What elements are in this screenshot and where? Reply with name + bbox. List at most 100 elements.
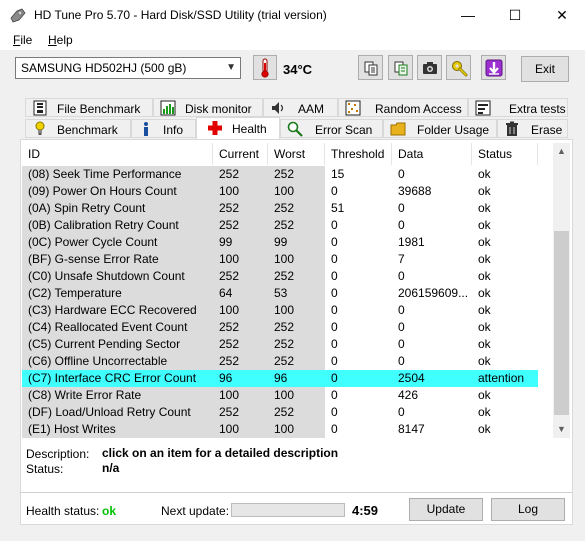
- log-button[interactable]: Log: [491, 498, 565, 521]
- column-header[interactable]: ID: [22, 143, 213, 165]
- table-row[interactable]: (DF) Load/Unload Retry Count 252 252 0 0 ok: [22, 404, 552, 421]
- tab-file-benchmark[interactable]: File Benchmark: [25, 98, 153, 117]
- menu-help[interactable]: Help: [48, 33, 73, 47]
- table-cell: ok: [478, 405, 491, 419]
- column-header[interactable]: Data: [392, 143, 472, 165]
- tab-label: Health: [232, 122, 267, 136]
- table-row[interactable]: (C3) Hardware ECC Recovered 100 100 0 0 ok: [22, 302, 552, 319]
- table-cell: 100: [213, 421, 268, 438]
- table-cell: 100: [268, 251, 325, 268]
- table-cell: (09) Power On Hours Count: [22, 183, 213, 200]
- table-cell: ok: [478, 286, 491, 300]
- health-status-value: ok: [102, 504, 117, 518]
- drive-select[interactable]: SAMSUNG HD502HJ (500 gB) ▼: [15, 57, 241, 79]
- table-row[interactable]: (0A) Spin Retry Count 252 252 51 0 ok: [22, 200, 552, 217]
- table-cell: ok: [478, 303, 491, 317]
- table-cell: 0: [331, 422, 338, 436]
- table-cell: 100: [268, 387, 325, 404]
- table-cell: 100: [268, 302, 325, 319]
- table-row[interactable]: (08) Seek Time Performance 252 252 15 0 ok: [22, 166, 552, 183]
- wrench-icon: [451, 60, 467, 76]
- tab-label: AAM: [298, 102, 325, 116]
- table-cell: 252: [268, 353, 325, 370]
- tab-random-access[interactable]: Random Access: [338, 98, 468, 117]
- table-cell: ok: [478, 354, 491, 368]
- update-button[interactable]: Update: [409, 498, 483, 521]
- tab-erase[interactable]: Erase: [497, 119, 568, 138]
- divider: [20, 492, 573, 493]
- smart-table[interactable]: ID Current Worst Threshold Data Status (08) S…: [22, 143, 552, 438]
- scroll-down-icon[interactable]: ▼: [553, 421, 570, 438]
- screenshot-button[interactable]: [417, 55, 442, 80]
- tab-extra-tests[interactable]: Extra tests: [468, 98, 568, 117]
- table-cell: 0: [331, 252, 338, 266]
- tab-error-scan[interactable]: Error Scan: [280, 119, 383, 138]
- tab-info[interactable]: Info: [131, 119, 196, 138]
- table-cell: 252: [213, 166, 268, 183]
- maximize-button[interactable]: ☐: [492, 0, 538, 30]
- table-cell: (C4) Reallocated Event Count: [22, 319, 213, 336]
- benchmark-icon: [35, 121, 45, 135]
- tab-label: File Benchmark: [57, 102, 141, 116]
- table-row[interactable]: (C8) Write Error Rate 100 100 0 426 ok: [22, 387, 552, 404]
- table-cell: 0: [331, 269, 338, 283]
- minimize-button[interactable]: —: [445, 0, 491, 30]
- table-row[interactable]: (C4) Reallocated Event Count 252 252 0 0 ok: [22, 319, 552, 336]
- tab-label: Random Access: [375, 102, 462, 116]
- title-bar: HD Tune Pro 5.70 - Hard Disk/SSD Utility…: [0, 0, 585, 30]
- table-row[interactable]: (BF) G-sense Error Rate 100 100 0 7 ok: [22, 251, 552, 268]
- table-row[interactable]: (C2) Temperature 64 53 0 206159609... ok: [22, 285, 552, 302]
- column-header[interactable]: Threshold: [325, 143, 392, 165]
- table-header: ID Current Worst Threshold Data Status: [22, 143, 552, 165]
- table-row[interactable]: (C6) Offline Uncorrectable 252 252 0 0 ok: [22, 353, 552, 370]
- table-cell: 426: [398, 388, 419, 402]
- table-cell: (E1) Host Writes: [22, 421, 213, 438]
- speaker-icon: [272, 102, 284, 114]
- table-cell: 252: [268, 166, 325, 183]
- column-header[interactable]: Worst: [268, 143, 325, 165]
- temperature-button[interactable]: [253, 55, 277, 80]
- download-button[interactable]: [481, 55, 506, 80]
- options-button[interactable]: [446, 55, 471, 80]
- table-row[interactable]: (09) Power On Hours Count 100 100 0 39688 ok: [22, 183, 552, 200]
- tab-folder-usage[interactable]: Folder Usage: [383, 119, 497, 138]
- table-cell: 252: [268, 200, 325, 217]
- exit-button[interactable]: Exit: [521, 56, 569, 82]
- table-row[interactable]: (C7) Interface CRC Error Count 96 96 0 2504 a…: [22, 370, 552, 387]
- vertical-scrollbar[interactable]: ▲ ▼: [553, 143, 570, 438]
- table-row[interactable]: (0C) Power Cycle Count 99 99 0 1981 ok: [22, 234, 552, 251]
- close-button[interactable]: ✕: [539, 0, 585, 30]
- column-header[interactable]: Current: [213, 143, 268, 165]
- tab-disk-monitor[interactable]: Disk monitor: [153, 98, 263, 117]
- tab-benchmark[interactable]: Benchmark: [25, 119, 131, 138]
- scroll-up-icon[interactable]: ▲: [553, 143, 570, 160]
- table-cell: (C3) Hardware ECC Recovered: [22, 302, 213, 319]
- tab-health[interactable]: Health: [196, 117, 280, 139]
- table-cell: 7: [398, 252, 405, 266]
- table-cell: 0: [331, 388, 338, 402]
- table-row[interactable]: (0B) Calibration Retry Count 252 252 0 0 ok: [22, 217, 552, 234]
- save-button[interactable]: [388, 55, 413, 80]
- column-header[interactable]: Status: [472, 143, 538, 165]
- table-cell: (BF) G-sense Error Rate: [22, 251, 213, 268]
- next-update-label: Next update:: [161, 504, 230, 518]
- disk-monitor-icon: [160, 100, 176, 116]
- table-cell: 53: [268, 285, 325, 302]
- table-cell: 252: [268, 336, 325, 353]
- table-cell: 15: [331, 167, 345, 181]
- copy-button[interactable]: [358, 55, 383, 80]
- table-cell: 0: [331, 320, 338, 334]
- table-cell: 0: [398, 201, 405, 215]
- table-row[interactable]: (E1) Host Writes 100 100 0 8147 ok: [22, 421, 552, 438]
- scroll-thumb[interactable]: [554, 231, 569, 415]
- table-row[interactable]: (C0) Unsafe Shutdown Count 252 252 0 0 ok: [22, 268, 552, 285]
- tab-aam[interactable]: AAM: [263, 98, 338, 117]
- table-cell: (C7) Interface CRC Error Count: [22, 370, 213, 387]
- table-row[interactable]: (C5) Current Pending Sector 252 252 0 0 ok: [22, 336, 552, 353]
- table-cell: ok: [478, 422, 491, 436]
- table-cell: 252: [268, 404, 325, 421]
- table-cell: 100: [268, 183, 325, 200]
- table-cell: 252: [268, 268, 325, 285]
- menu-file[interactable]: File: [13, 33, 32, 47]
- table-cell: 96: [213, 370, 268, 387]
